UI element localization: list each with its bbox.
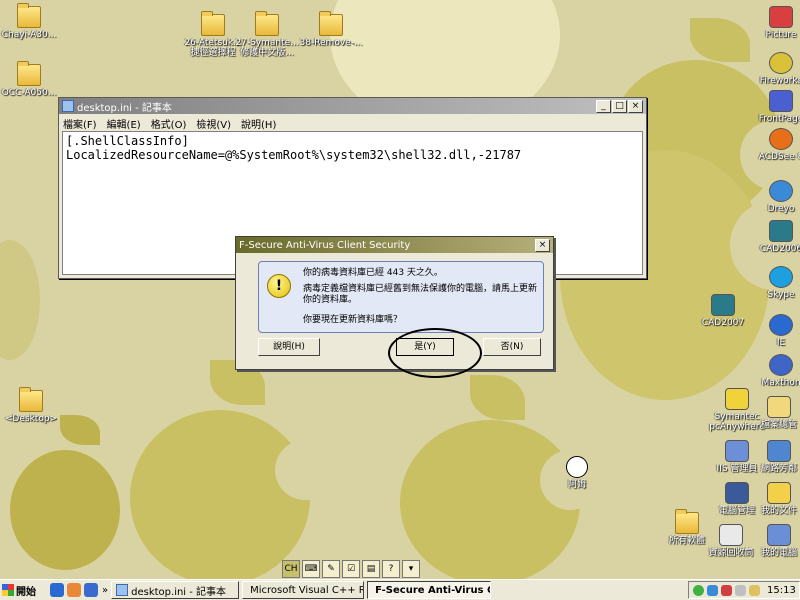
message-line-1: 你的病毒資料庫已經 443 天之久。 [303, 268, 443, 278]
close-button[interactable]: × [628, 99, 643, 113]
cad-app-icon [711, 294, 735, 316]
desktop-icon-my-documents[interactable]: 我的文件 [742, 482, 800, 516]
menu-format[interactable]: 格式(O) [151, 116, 187, 131]
task-visual-cpp[interactable]: Microsoft Visual C++ Run... [242, 581, 365, 599]
quicklaunch-show-desktop-icon[interactable] [84, 583, 98, 597]
tray-msn-icon[interactable] [693, 584, 704, 596]
tray-antivirus-icon[interactable] [721, 584, 732, 596]
skype-app-icon [769, 266, 793, 288]
message-line-3: 你要現在更新資料庫嗎？ [303, 315, 403, 325]
explorer-icon [767, 396, 791, 418]
my-computer-icon [767, 524, 791, 546]
quicklaunch-ie-icon[interactable] [50, 583, 64, 597]
my-documents-icon [767, 482, 791, 504]
desktop-icon-explorer[interactable]: 檔案總管 [742, 396, 800, 430]
ime-indicator[interactable]: CH [282, 560, 300, 578]
folder-icon [319, 11, 343, 36]
acdsee-app-icon [769, 128, 793, 150]
dialog-titlebar[interactable]: F-Secure Anti-Virus Client Security × [236, 237, 553, 253]
taskbar: 開始 » desktop.ini - 記事本 Microsoft Visual … [0, 579, 800, 600]
desktop-icon-desktop[interactable]: <Desktop> [0, 387, 68, 424]
menu-view[interactable]: 檢視(V) [196, 116, 231, 131]
menu-file[interactable]: 檔案(F) [63, 116, 97, 131]
dreyo-app-icon [769, 180, 793, 202]
tray-skype-icon[interactable] [707, 584, 718, 596]
desktop-icon-picture[interactable]: Picture [744, 6, 800, 40]
task-notepad[interactable]: desktop.ini - 記事本 [111, 581, 240, 599]
system-tray: 15:13 [688, 581, 800, 599]
message-panel: ! 你的病毒資料庫已經 443 天之久。 病毒定義檔資料庫已經舊到無法保護你的電… [258, 261, 544, 333]
tray-network-icon[interactable] [735, 584, 746, 596]
desktop-icon-cad2007[interactable]: CAD2007 [686, 294, 760, 328]
desktop-icon-fireworks[interactable]: Fireworks [744, 52, 800, 86]
desktop-icon-network[interactable]: 網路芳鄰 [742, 440, 800, 474]
keyboard-icon[interactable]: ⌨ [302, 560, 320, 578]
face-icon [566, 456, 588, 478]
dialog-title: F-Secure Anti-Virus Client Security [239, 239, 411, 251]
warning-icon: ! [267, 274, 291, 298]
desktop-icon-dreyo[interactable]: Dreyo [744, 180, 800, 214]
task-fsecure[interactable]: F-Secure Anti-Virus Clien... [367, 581, 492, 599]
minimize-button[interactable]: _ [596, 99, 611, 113]
cad-app-icon [769, 220, 793, 242]
recycle-bin-icon [719, 524, 743, 546]
start-button[interactable]: 開始 [0, 582, 42, 598]
notepad-task-icon [116, 584, 129, 596]
help-button[interactable]: 說明(H) [258, 338, 320, 356]
maximize-button[interactable]: □ [612, 99, 627, 113]
desktop-icon-chayi[interactable]: Chayi-A30... [0, 3, 66, 40]
message-line-2: 病毒定義檔資料庫已經舊到無法保護你的電腦，請馬上更新你的資料庫。 [303, 284, 538, 305]
menu-help[interactable]: 說明(H) [241, 116, 276, 131]
start-label: 開始 [16, 586, 36, 598]
no-button[interactable]: 否(N) [483, 338, 541, 356]
frontpage-app-icon [769, 90, 793, 112]
desktop-icon-38[interactable]: 38-Remove-... [294, 11, 368, 48]
desktop-icon-cad2006[interactable]: CAD2006 [744, 220, 800, 254]
ie-app-icon [769, 314, 793, 336]
desktop-icon-maxthon[interactable]: Maxthon [744, 354, 800, 388]
folder-icon [17, 61, 41, 86]
network-icon [767, 440, 791, 462]
folder-icon [17, 3, 41, 28]
desktop-icon-acdsee[interactable]: ACDSee 8 [744, 128, 800, 162]
checkbox-icon[interactable]: ☑ [342, 560, 360, 578]
quicklaunch-firefox-icon[interactable] [67, 583, 81, 597]
windows-logo-icon [2, 584, 14, 596]
document-icon[interactable]: ▤ [362, 560, 380, 578]
notepad-title: desktop.ini - 記事本 [77, 102, 172, 114]
highlight-circle-annotation [388, 328, 482, 378]
pen-icon[interactable]: ✎ [322, 560, 340, 578]
dialog-close-button[interactable]: × [535, 238, 550, 252]
folder-icon [255, 11, 279, 36]
options-icon[interactable]: ▾ [402, 560, 420, 578]
clock[interactable]: 15:13 [767, 585, 796, 596]
folder-icon [19, 387, 43, 412]
desktop-icon-27[interactable]: 27-Symante... 修護中文版... [230, 11, 304, 58]
picture-app-icon [769, 6, 793, 28]
notepad-titlebar[interactable]: desktop.ini - 記事本 _ □ × [59, 98, 646, 114]
maxthon-app-icon [769, 354, 793, 376]
fireworks-app-icon [769, 52, 793, 74]
quicklaunch-more-icon[interactable]: » [102, 585, 108, 596]
folder-icon [201, 11, 225, 36]
help-icon[interactable]: ? [382, 560, 400, 578]
tray-volume-icon[interactable] [749, 584, 760, 596]
notepad-icon [62, 100, 74, 112]
desktop-icon-frontpage[interactable]: FrontPage [744, 90, 800, 124]
message-text: 你的病毒資料庫已經 443 天之久。 病毒定義檔資料庫已經舊到無法保護你的電腦，… [303, 268, 537, 326]
desktop-icon-my-computer[interactable]: 我的電腦 [742, 524, 800, 558]
desktop-icon-amu[interactable]: 阿姆 [540, 456, 614, 490]
desktop-icon-occ[interactable]: OCC-A050... [0, 61, 66, 98]
menu-edit[interactable]: 編輯(E) [107, 116, 141, 131]
